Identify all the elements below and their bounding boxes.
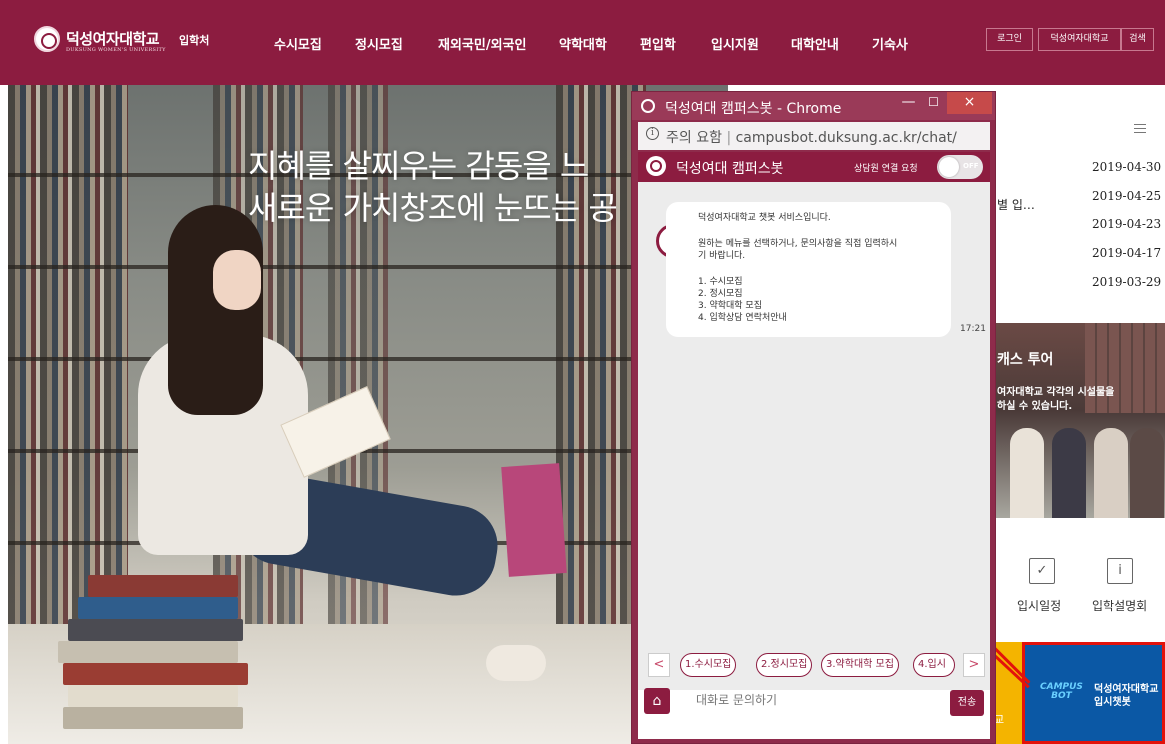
student-hair	[168, 205, 263, 415]
chat-messages[interactable]: 덕성여자대학교 챗봇 서비스입니다. 원하는 메뉴를 선택하거나, 문의사항을 …	[638, 182, 990, 708]
chat-title: 덕성여대 캠퍼스봇	[676, 161, 784, 177]
stacked-book	[78, 597, 238, 619]
book-info-icon[interactable]: i	[1107, 558, 1133, 584]
quick-reply-next-button[interactable]: >	[963, 653, 985, 677]
student-face	[213, 250, 261, 310]
campusbot-logo-line2: BOT	[1051, 691, 1072, 701]
university-emblem-icon[interactable]	[34, 26, 60, 52]
stacked-book	[58, 641, 238, 663]
calendar-check-icon[interactable]: ✓	[1029, 558, 1055, 584]
maximize-button[interactable]: ☐	[921, 92, 946, 114]
message-time: 17:21	[960, 324, 986, 334]
campusbot-label-line2: 입시챗봇	[1094, 697, 1131, 708]
search-button[interactable]: 검색	[1121, 28, 1154, 51]
chat-input-bar: ⌂ 전송	[638, 688, 990, 739]
stacked-book	[68, 685, 238, 707]
chrome-app-icon	[641, 99, 655, 113]
notice-date: 2019-03-29	[1092, 275, 1162, 289]
toggle-knob	[939, 157, 959, 177]
stacked-book	[63, 707, 243, 729]
chat-input[interactable]	[696, 690, 896, 710]
address-url: campusbot.duksung.ac.kr/chat/	[735, 130, 957, 146]
stacked-book	[63, 663, 248, 685]
quick-reply-susi[interactable]: 1.수시모집	[680, 653, 737, 677]
minimize-button[interactable]: —	[896, 92, 921, 114]
campus-tour-title: 캐스 투어	[997, 352, 1054, 368]
campusbot-label[interactable]: 덕성여자대학교 입시챗봇	[1094, 683, 1158, 709]
notice-date: 2019-04-25	[1092, 189, 1162, 203]
hero-image: 지혜를 살찌우는 감동을 느 새로운 가치창조에 눈뜨는 공	[8, 85, 728, 744]
info-icon[interactable]: i	[646, 127, 659, 140]
quick-reply-jeongsi[interactable]: 2.정시모집	[756, 653, 813, 677]
security-warning: 주의 요함	[666, 130, 722, 146]
nav-item-jeongsi[interactable]: 정시모집	[355, 34, 403, 53]
nav-item-about[interactable]: 대학안내	[791, 34, 839, 53]
nav-item-susi[interactable]: 수시모집	[274, 34, 322, 53]
stacked-book	[68, 619, 243, 641]
notice-title-partial[interactable]: 별 입…	[997, 196, 1035, 213]
chatbot-popup-window: 덕성여대 캠퍼스봇 - Chrome — ☐ × i 주의 요함 | campu…	[631, 91, 996, 744]
message-line: 덕성여자대학교 챗봇 서비스입니다.	[698, 213, 831, 223]
notice-date: 2019-04-23	[1092, 217, 1162, 231]
student-shoe	[486, 645, 546, 681]
campus-tour-desc: 여자대학교 각각의 시설물을	[997, 387, 1115, 398]
hero-slogan-line1: 지혜를 살찌우는 감동을 느	[248, 147, 589, 185]
stacked-book	[88, 575, 238, 597]
send-button[interactable]: 전송	[950, 690, 984, 716]
quick-reply-contact[interactable]: 4.입시	[913, 653, 955, 677]
notice-date: 2019-04-17	[1092, 246, 1162, 260]
tour-person	[1052, 428, 1086, 518]
address-text[interactable]: 주의 요함 | campusbot.duksung.ac.kr/chat/	[666, 127, 957, 147]
logo-subtitle: DUKSUNG WOMEN'S UNIVERSITY	[66, 47, 166, 53]
toggle-state: OFF	[963, 162, 979, 170]
window-titlebar[interactable]: 덕성여대 캠퍼스봇 - Chrome — ☐ ×	[632, 92, 995, 120]
tour-person	[1010, 428, 1044, 518]
message-line: 4. 입학상담 연락처안내	[698, 313, 787, 323]
close-button[interactable]: ×	[947, 92, 992, 114]
agent-connect-label: 상담원 연결 요청	[854, 164, 918, 174]
home-button[interactable]: ⌂	[644, 688, 670, 714]
campusbot-logo[interactable]: CAMPUS BOT	[1040, 683, 1083, 701]
hero-slogan-line2: 새로운 가치창조에 눈뜨는 공	[248, 189, 618, 227]
quick-reply-pharmacy[interactable]: 3.약학대학 모집	[821, 653, 899, 677]
quick-link-schedule[interactable]: 입시일정	[1017, 597, 1061, 614]
quick-link-briefing[interactable]: 입학설명회	[1092, 597, 1147, 614]
message-line: 기 바랍니다.	[698, 251, 746, 261]
site-header: 덕성여자대학교 DUKSUNG WOMEN'S UNIVERSITY 입학처 수…	[0, 0, 1165, 85]
chatbot-emblem-icon	[646, 156, 666, 176]
admissions-office-label[interactable]: 입학처	[179, 32, 209, 48]
pink-book	[501, 463, 567, 577]
nav-item-dormitory[interactable]: 기숙사	[872, 34, 908, 53]
nav-item-transfer[interactable]: 편입학	[640, 34, 676, 53]
window-title: 덕성여대 캠퍼스봇 - Chrome	[665, 101, 842, 117]
bot-message-bubble: 덕성여자대학교 챗봇 서비스입니다. 원하는 메뉴를 선택하거나, 문의사항을 …	[666, 202, 951, 337]
campus-tour-desc: 하실 수 있습니다.	[997, 401, 1073, 412]
campusbot-label-line1: 덕성여자대학교	[1094, 684, 1159, 695]
tour-person	[1094, 428, 1128, 518]
notice-date: 2019-04-30	[1092, 160, 1162, 174]
login-button[interactable]: 로그인	[986, 28, 1033, 51]
agent-connect-toggle[interactable]: OFF	[937, 155, 983, 179]
nav-item-overseas[interactable]: 재외국민/외국인	[438, 34, 526, 53]
address-divider: |	[726, 130, 736, 146]
quick-reply-prev-button[interactable]: <	[648, 653, 670, 677]
tour-person	[1130, 428, 1164, 518]
address-bar[interactable]: i 주의 요함 | campusbot.duksung.ac.kr/chat/	[638, 122, 990, 150]
quick-reply-bar: < 1.수시모집 2.정시모집 3.약학대학 모집 4.입시 >	[638, 650, 990, 690]
university-home-link[interactable]: 덕성여자대학교	[1038, 28, 1121, 51]
chat-header: 덕성여대 캠퍼스봇 상담원 연결 요청 OFF	[638, 152, 990, 182]
list-menu-icon[interactable]	[1134, 124, 1146, 134]
nav-item-pharmacy[interactable]: 약학대학	[559, 34, 607, 53]
nav-item-support[interactable]: 입시지원	[711, 34, 759, 53]
tour-building	[1085, 323, 1165, 413]
logo-name[interactable]: 덕성여자대학교	[66, 28, 160, 49]
